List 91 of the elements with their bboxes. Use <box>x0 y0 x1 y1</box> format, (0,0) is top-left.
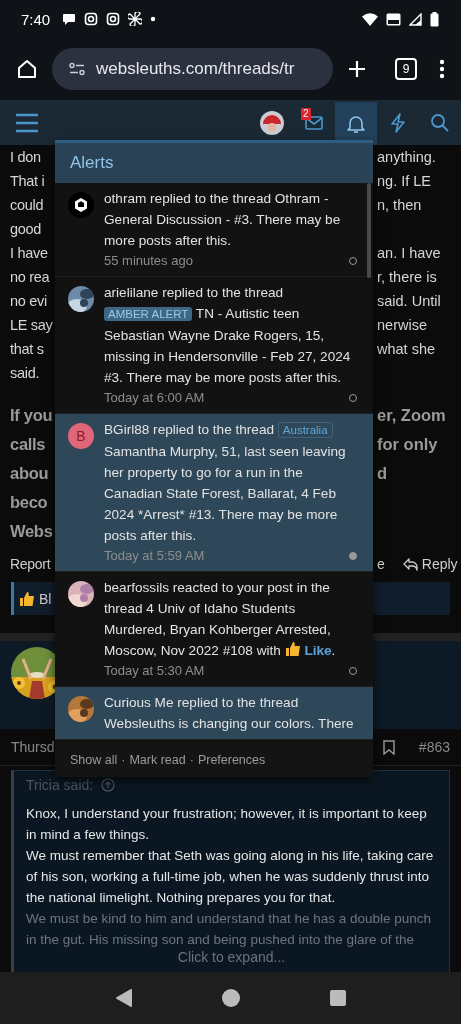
post-number-link[interactable]: #863 <box>418 739 450 755</box>
post-text-fragment: Webs <box>9 522 54 541</box>
alert-time: Today at 6:00 AM <box>104 389 205 407</box>
post-text-fragment: LE say <box>9 317 54 333</box>
post-text-fragment: abou <box>9 464 50 483</box>
post-text-fragment: said. Until <box>377 293 441 309</box>
post-text-fragment: no evi <box>9 293 48 309</box>
reply-icon <box>402 557 418 571</box>
address-bar[interactable]: websleuths.com/threads/tr <box>52 48 333 90</box>
alert-message[interactable]: BGirl88 replied to the thread Australia Samantha Murphy, 51, last seen leaving her property to go for a run in the Canadian State Forest, Ballarat, 4 Feb 2024 *Arrest* #13. There may be more posts after this. <box>104 419 359 546</box>
wifi-icon <box>362 12 378 26</box>
post-text-fragment: good <box>9 221 43 237</box>
footer-link[interactable]: Mark read <box>129 753 186 767</box>
volte-icon <box>386 12 401 26</box>
alert-message[interactable]: othram replied to the thread Othram - General Discussion - #3. There may be more posts after this. <box>104 188 359 251</box>
reaction-names: Bl <box>39 590 52 607</box>
site-settings-icon[interactable] <box>68 62 86 76</box>
back-icon[interactable] <box>114 989 133 1007</box>
report-link[interactable]: Report <box>0 556 55 572</box>
post-text-fragment: anything. <box>377 149 436 165</box>
reaction-link[interactable]: Like <box>304 643 332 658</box>
post-text-fragment: nerwise <box>377 317 427 333</box>
alert-item[interactable]: othram replied to the thread Othram - General Discussion - #3. There may be more posts after this. 55 minutes ago <box>55 183 373 277</box>
menu-icon <box>15 112 39 133</box>
camera-app-icon <box>84 12 99 26</box>
post-text-fragment: I don <box>9 149 42 165</box>
post-text-fragment: I have <box>9 245 49 261</box>
tab-count-button[interactable]: 9 <box>395 58 417 80</box>
new-tab-icon[interactable] <box>347 59 367 79</box>
separator-dot: · <box>121 753 126 767</box>
thumbs-up-icon <box>19 590 35 607</box>
chat-icon <box>62 12 77 26</box>
unread-badge: 2 <box>301 108 311 120</box>
alert-time: Today at 5:30 AM <box>104 662 205 680</box>
alert-message[interactable]: Curious Me replied to the thread Websleuths is changing our colors. There <box>104 692 359 734</box>
pinwheel-icon <box>128 12 143 26</box>
inbox-button[interactable]: 2 <box>293 100 335 145</box>
bell-icon <box>347 113 365 134</box>
battery-icon <box>430 11 439 27</box>
post-text-fragment: said. <box>9 365 41 381</box>
read-status-toggle[interactable] <box>349 552 357 560</box>
search-icon <box>430 112 450 133</box>
post-text-fragment: beco <box>9 493 49 512</box>
user-avatar-icon <box>260 110 284 135</box>
post-text-fragment: for only <box>377 435 438 454</box>
url-text: websleuths.com/threads/tr <box>96 59 295 79</box>
dot-icon <box>150 16 157 22</box>
post-text-fragment: If you <box>9 406 54 425</box>
scrollbar-thumb[interactable] <box>367 183 371 278</box>
footer-link[interactable]: Show all <box>70 753 118 767</box>
status-time: 7:40 <box>21 10 51 28</box>
lightning-icon <box>390 112 406 133</box>
post-text-fragment: no rea <box>9 269 51 285</box>
home-button-icon[interactable] <box>222 989 241 1007</box>
logo-icon <box>68 192 94 218</box>
post-date: Thursd <box>11 739 55 755</box>
alert-time: 55 minutes ago <box>104 252 193 270</box>
thread-prefix-tag: AMBER ALERT <box>104 307 193 321</box>
alert-message[interactable]: arielilane replied to the thread AMBER ALERT TN - Autistic teen Sebastian Wayne Drake Rogers, 15, missing in Hendersonville - Feb 27, 2024 #3. There may be more posts after this. <box>104 282 359 388</box>
post-text-fragment: that s <box>9 341 45 357</box>
alerts-title: Alerts <box>70 153 114 173</box>
alert-item[interactable] <box>55 414 373 572</box>
separator-dot: · <box>189 753 194 767</box>
recents-icon[interactable] <box>330 990 347 1006</box>
expand-link[interactable]: Click to expand... <box>14 949 449 965</box>
post-text-fragment: calls <box>9 435 47 454</box>
more-menu-icon[interactable] <box>439 59 445 79</box>
alert-item[interactable]: Curious Me replied to the thread Websleuths is changing our colors. There <box>55 687 373 740</box>
thumbs-up-icon <box>284 640 301 658</box>
post-text-fragment: n, then <box>377 197 422 213</box>
post-text-fragment: That i <box>9 173 46 189</box>
post-text-fragment: r, there is <box>377 269 437 285</box>
post-text-fragment: ng. If LE <box>377 173 431 189</box>
alert-time: Today at 5:59 AM <box>104 547 205 565</box>
reply-button[interactable]: Reply <box>402 556 458 572</box>
home-icon[interactable] <box>16 58 38 80</box>
post-text-fragment: what she <box>377 341 436 357</box>
action-link-fragment: e <box>377 556 385 572</box>
post-text-fragment: er, Zoom <box>377 406 446 425</box>
post-text-fragment: an. I have <box>377 245 441 261</box>
post-text-fragment: d <box>377 464 388 483</box>
quote-text: We must remember that Seth was going along in his life, taking care of his son, working a full-time job, when he was suddenly thrust into the national limelight. Nothing prepares you for that. <box>26 847 435 907</box>
post-text-fragment: could <box>9 197 45 213</box>
thread-prefix-tag: Australia <box>277 422 333 438</box>
signal-icon <box>409 12 422 26</box>
quote-text: We must be kind to him and understand that he has a double punch in the gut. His missing son and being pushed into the glare of the <box>26 910 433 949</box>
camera-app-icon <box>106 12 121 26</box>
bookmark-icon[interactable] <box>382 739 395 755</box>
alert-message[interactable]: bearfossils reacted to your post in the thread 4 Univ of Idaho Students Murdered, Bryan Kohberger Arrested, Moscow, Nov 2022 #108 with Like. <box>104 577 359 661</box>
footer-link[interactable]: Preferences <box>197 753 266 767</box>
quote-text: Knox, I understand your frustration; however, it is important to keep in mind a few things. <box>26 805 428 844</box>
